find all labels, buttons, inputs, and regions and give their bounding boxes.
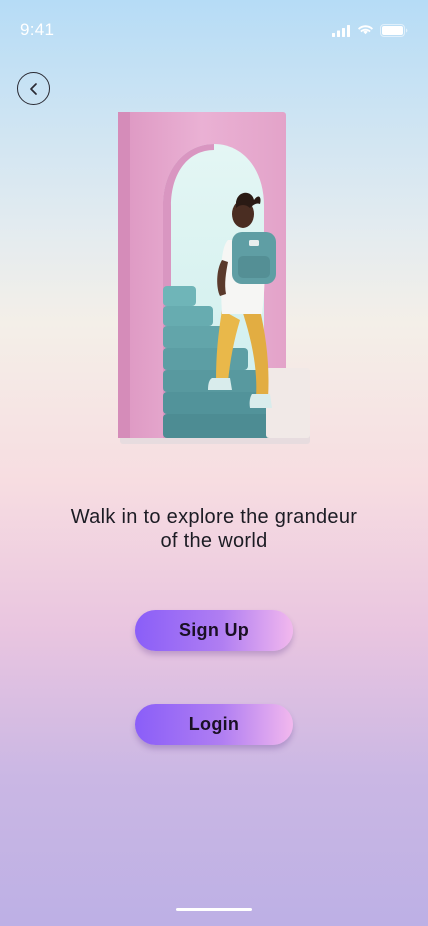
status-bar: 9:41 [0,0,428,60]
sign-up-button[interactable]: Sign Up [135,610,293,651]
chevron-left-icon [29,82,37,95]
tagline: Walk in to explore the grandeur of the w… [40,505,388,553]
hero-illustration [118,112,310,444]
back-button[interactable] [17,72,50,105]
home-indicator [176,908,252,911]
status-time: 9:41 [20,20,55,39]
login-button[interactable]: Login [135,704,293,745]
tagline-line-1: Walk in to explore the grandeur [70,506,358,528]
wifi-icon [358,24,373,34]
battery-icon [380,24,408,37]
status-icons [332,24,408,37]
cellular-signal-icon [332,24,350,37]
tagline-line-2: of the world [160,530,268,552]
